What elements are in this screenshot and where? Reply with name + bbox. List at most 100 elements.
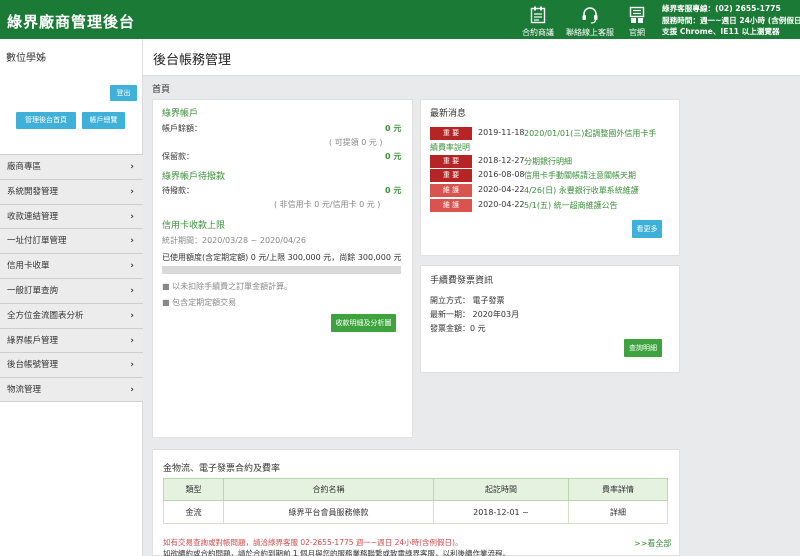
chevron-right-icon: ›	[130, 360, 134, 371]
sidebar-item-label: 後台帳號管理	[7, 360, 59, 371]
sidebar-item-label: 廠商專區	[7, 162, 42, 172]
news-item[interactable]: 重 要 2019-11-18 2020/01/01(三)起調整國外信用卡手	[430, 127, 670, 140]
sidebar: 數位學姊 登出 管理後台首頁 帳戶總覽 廠商專區 › 系統開發管理 › 收款連結管理…	[0, 39, 143, 556]
chevron-right-icon: ›	[130, 285, 134, 296]
nav-support[interactable]: 聯絡線上客服	[566, 6, 614, 38]
view-all-link[interactable]: >>看全部	[634, 538, 671, 549]
column-header: 合約名稱	[223, 478, 434, 501]
breadcrumb[interactable]: 首頁	[152, 82, 170, 95]
balance-value: 0 元	[385, 124, 402, 133]
sidebar-item-analytics[interactable]: 全方位金流圖表分析 ›	[0, 302, 143, 328]
news-date: 2019-11-18	[478, 128, 525, 137]
sidebar-item-credit-card[interactable]: 信用卡收單 ›	[0, 253, 143, 278]
invoice-latest: 最新一期： 2020年03月	[430, 310, 520, 319]
column-header: 類型	[163, 478, 224, 501]
sidebar-item-label: 綠界帳戶管理	[7, 335, 59, 346]
support-browser: 支援 Chrome、IE11 以上瀏覽器	[662, 27, 780, 36]
news-link[interactable]: 分期銀行明細	[524, 156, 572, 167]
news-item[interactable]: 維 護 2020-04-22 4/26(日) 永豐銀行收單系統維護	[430, 184, 670, 197]
support-phone: 綠界客服專線：(02) 2655-1775	[662, 4, 781, 13]
sidebar-item-order-query[interactable]: 一般訂單查詢 ›	[0, 277, 143, 303]
news-link[interactable]: 5/1(五) 統一超商維護公告	[524, 200, 618, 211]
chevron-right-icon: ›	[130, 335, 134, 346]
account-title: 綠界帳戶	[162, 109, 199, 119]
support-hours: 服務時間：週一~週日 24小時 (含例假日)	[662, 15, 800, 25]
chevron-right-icon: ›	[130, 236, 134, 247]
news-link[interactable]: 4/26(日) 永豐銀行收單系統維護	[524, 185, 639, 196]
sidebar-item-vendor[interactable]: 廠商專區 ›	[0, 154, 143, 179]
news-link-continued[interactable]: 續費率說明	[430, 142, 470, 153]
chevron-right-icon: ›	[130, 211, 134, 222]
pending-title: 綠界帳戶待撥款	[162, 172, 226, 182]
news-date: 2016-08-08	[478, 170, 525, 179]
chevron-right-icon: ›	[130, 385, 134, 396]
headset-icon	[582, 7, 598, 24]
nav-contract[interactable]: 合約商議	[522, 6, 554, 38]
sidebar-item-label: 物流管理	[7, 385, 42, 396]
note-recurring: ■ 包含定期定額交易	[162, 298, 237, 307]
news-more-button[interactable]: 看更多	[632, 220, 662, 238]
limit-period: 統計期間：2020/03/28 ~ 2020/04/26	[162, 236, 307, 245]
column-header: 費率詳情	[568, 478, 668, 501]
user-name: 數位學姊	[6, 53, 46, 64]
sidebar-item-payment-link[interactable]: 收款連結管理 ›	[0, 203, 143, 229]
news-date: 2020-04-22	[478, 185, 525, 194]
chevron-right-icon: ›	[130, 310, 134, 321]
note-fee: ■ 以未扣除手續費之訂單金額計算。	[162, 282, 293, 291]
column-header: 起訖時間	[433, 478, 569, 501]
sidebar-item-label: 一般訂單查詢	[7, 285, 59, 296]
news-badge-maintenance: 維 護	[430, 199, 472, 212]
balance-label: 帳戶餘額：	[162, 124, 202, 133]
note-recurring-text: 包含定期定額交易	[172, 298, 237, 307]
nav-support-label: 聯絡線上客服	[566, 28, 614, 37]
invoice-method: 開立方式： 電子發票	[430, 296, 505, 305]
news-item[interactable]: 重 要 2016-08-08 信用卡手動關帳請注意關帳天期	[430, 169, 670, 182]
chevron-right-icon: ›	[130, 261, 134, 272]
sidebar-item-label: 全方位金流圖表分析	[7, 310, 84, 321]
news-date: 2020-04-22	[478, 200, 525, 209]
website-icon	[629, 6, 645, 23]
account-overview-button[interactable]: 帳戶總覽	[82, 112, 125, 129]
news-link[interactable]: 2020/01/01(三)起調整國外信用卡手	[524, 128, 656, 139]
brand-title[interactable]: 綠界廠商管理後台	[7, 11, 135, 32]
nav-website[interactable]: 官網	[629, 6, 645, 38]
news-title: 最新消息	[430, 109, 467, 119]
news-badge-important: 重 要	[430, 169, 472, 182]
note-fee-text: 以未扣除手續費之訂單金額計算。	[172, 282, 293, 291]
nav-contract-label: 合約商議	[522, 28, 554, 37]
sidebar-item-label: 系統開發管理	[7, 186, 59, 197]
sidebar-menu: 廠商專區 › 系統開發管理 › 收款連結管理 › 一址付訂單管理 › 信用卡收單 › 一般…	[0, 154, 143, 402]
contract-detail-link[interactable]: 詳細	[568, 500, 668, 524]
page-header: 後台帳務管理	[143, 39, 800, 76]
invoice-query-button[interactable]: 查詢明細	[624, 339, 662, 357]
sidebar-item-logistics[interactable]: 物流管理 ›	[0, 377, 143, 402]
logout-button[interactable]: 登出	[110, 85, 137, 101]
news-item[interactable]: 重 要 2018-12-27 分期銀行明細	[430, 155, 670, 168]
limit-title: 信用卡收款上限	[162, 221, 226, 231]
table-row: 金流 綠界平台會員服務條款 2018-12-01 ~ 詳細	[163, 500, 668, 524]
sidebar-item-label: 一址付訂單管理	[7, 236, 67, 247]
limit-used: 已使用額度(含定期定額) 0 元/上限 300,000 元，尚餘 300,000…	[162, 253, 402, 262]
invoice-title: 手續費發票資訊	[430, 276, 494, 286]
page-title: 後台帳務管理	[153, 53, 232, 68]
table-header-row: 類型 合約名稱 起訖時間 費率詳情	[163, 478, 668, 501]
sidebar-item-system-dev[interactable]: 系統開發管理 ›	[0, 178, 143, 204]
news-date: 2018-12-27	[478, 156, 525, 165]
reserve-value: 0 元	[385, 152, 402, 161]
sidebar-item-admin-accounts[interactable]: 後台帳號管理 ›	[0, 352, 143, 378]
admin-home-button[interactable]: 管理後台首頁	[16, 112, 76, 129]
pending-value: 0 元	[385, 186, 402, 195]
chevron-right-icon: ›	[130, 162, 134, 172]
pending-note: ( 非信用卡 0 元/信用卡 0 元 )	[274, 200, 381, 209]
contract-title: 金物流、電子發票合約及費率	[163, 464, 281, 474]
contract-notice-renewal: 如欲續約或合約問題，請於合約到期前 1 個月與您的服務業務聯繫或致電綠界客服，以…	[163, 549, 511, 556]
contract-notice-support: 如有交易查詢或對帳問題，請洽綠界客服 02-2655-1775 週一~週日 24…	[163, 538, 463, 547]
news-item[interactable]: 維 護 2020-04-22 5/1(五) 統一超商維護公告	[430, 199, 670, 212]
sidebar-item-one-pay-orders[interactable]: 一址付訂單管理 ›	[0, 228, 143, 254]
sidebar-item-account-mgmt[interactable]: 綠界帳戶管理 ›	[0, 327, 143, 353]
news-badge-important: 重 要	[430, 155, 472, 168]
contract-table: 類型 合約名稱 起訖時間 費率詳情 金流 綠界平台會員服務條款 2018-12-…	[163, 478, 668, 524]
support-info: 綠界客服專線：(02) 2655-1775 服務時間：週一~週日 24小時 (含…	[662, 3, 800, 38]
news-link[interactable]: 信用卡手動關帳請注意關帳天期	[524, 170, 636, 181]
payment-detail-button[interactable]: 收款明細及分析圖	[331, 314, 396, 332]
